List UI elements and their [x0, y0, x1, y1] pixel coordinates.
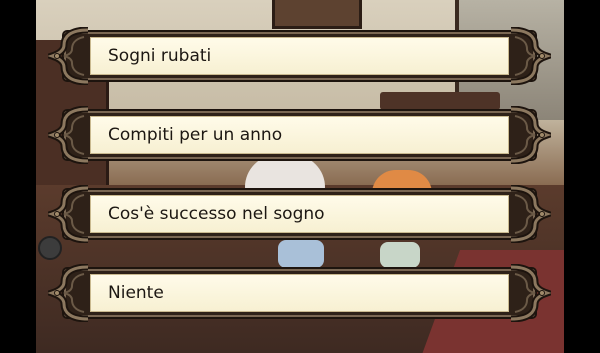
choice-option-3[interactable]: Cos'è successo nel sogno [48, 185, 551, 243]
ornate-bracket-left-icon [48, 27, 92, 85]
choice-label: Cos'è successo nel sogno [108, 204, 325, 224]
choice-option-2[interactable]: Compiti per un anno [48, 106, 551, 164]
choice-option-1[interactable]: Sogni rubati [48, 27, 551, 85]
dialogue-choices: Sogni rubati Compiti per un anno Cos'è s… [0, 0, 600, 353]
ornate-bracket-left-icon [48, 264, 92, 322]
ornate-bracket-left-icon [48, 185, 92, 243]
choice-label: Niente [108, 283, 164, 303]
ornate-bracket-right-icon [507, 185, 551, 243]
ornate-bracket-right-icon [507, 264, 551, 322]
ornate-bracket-right-icon [507, 27, 551, 85]
choice-label: Sogni rubati [108, 46, 212, 66]
choice-option-4[interactable]: Niente [48, 264, 551, 322]
ornate-bracket-left-icon [48, 106, 92, 164]
ornate-bracket-right-icon [507, 106, 551, 164]
choice-label: Compiti per un anno [108, 125, 283, 145]
